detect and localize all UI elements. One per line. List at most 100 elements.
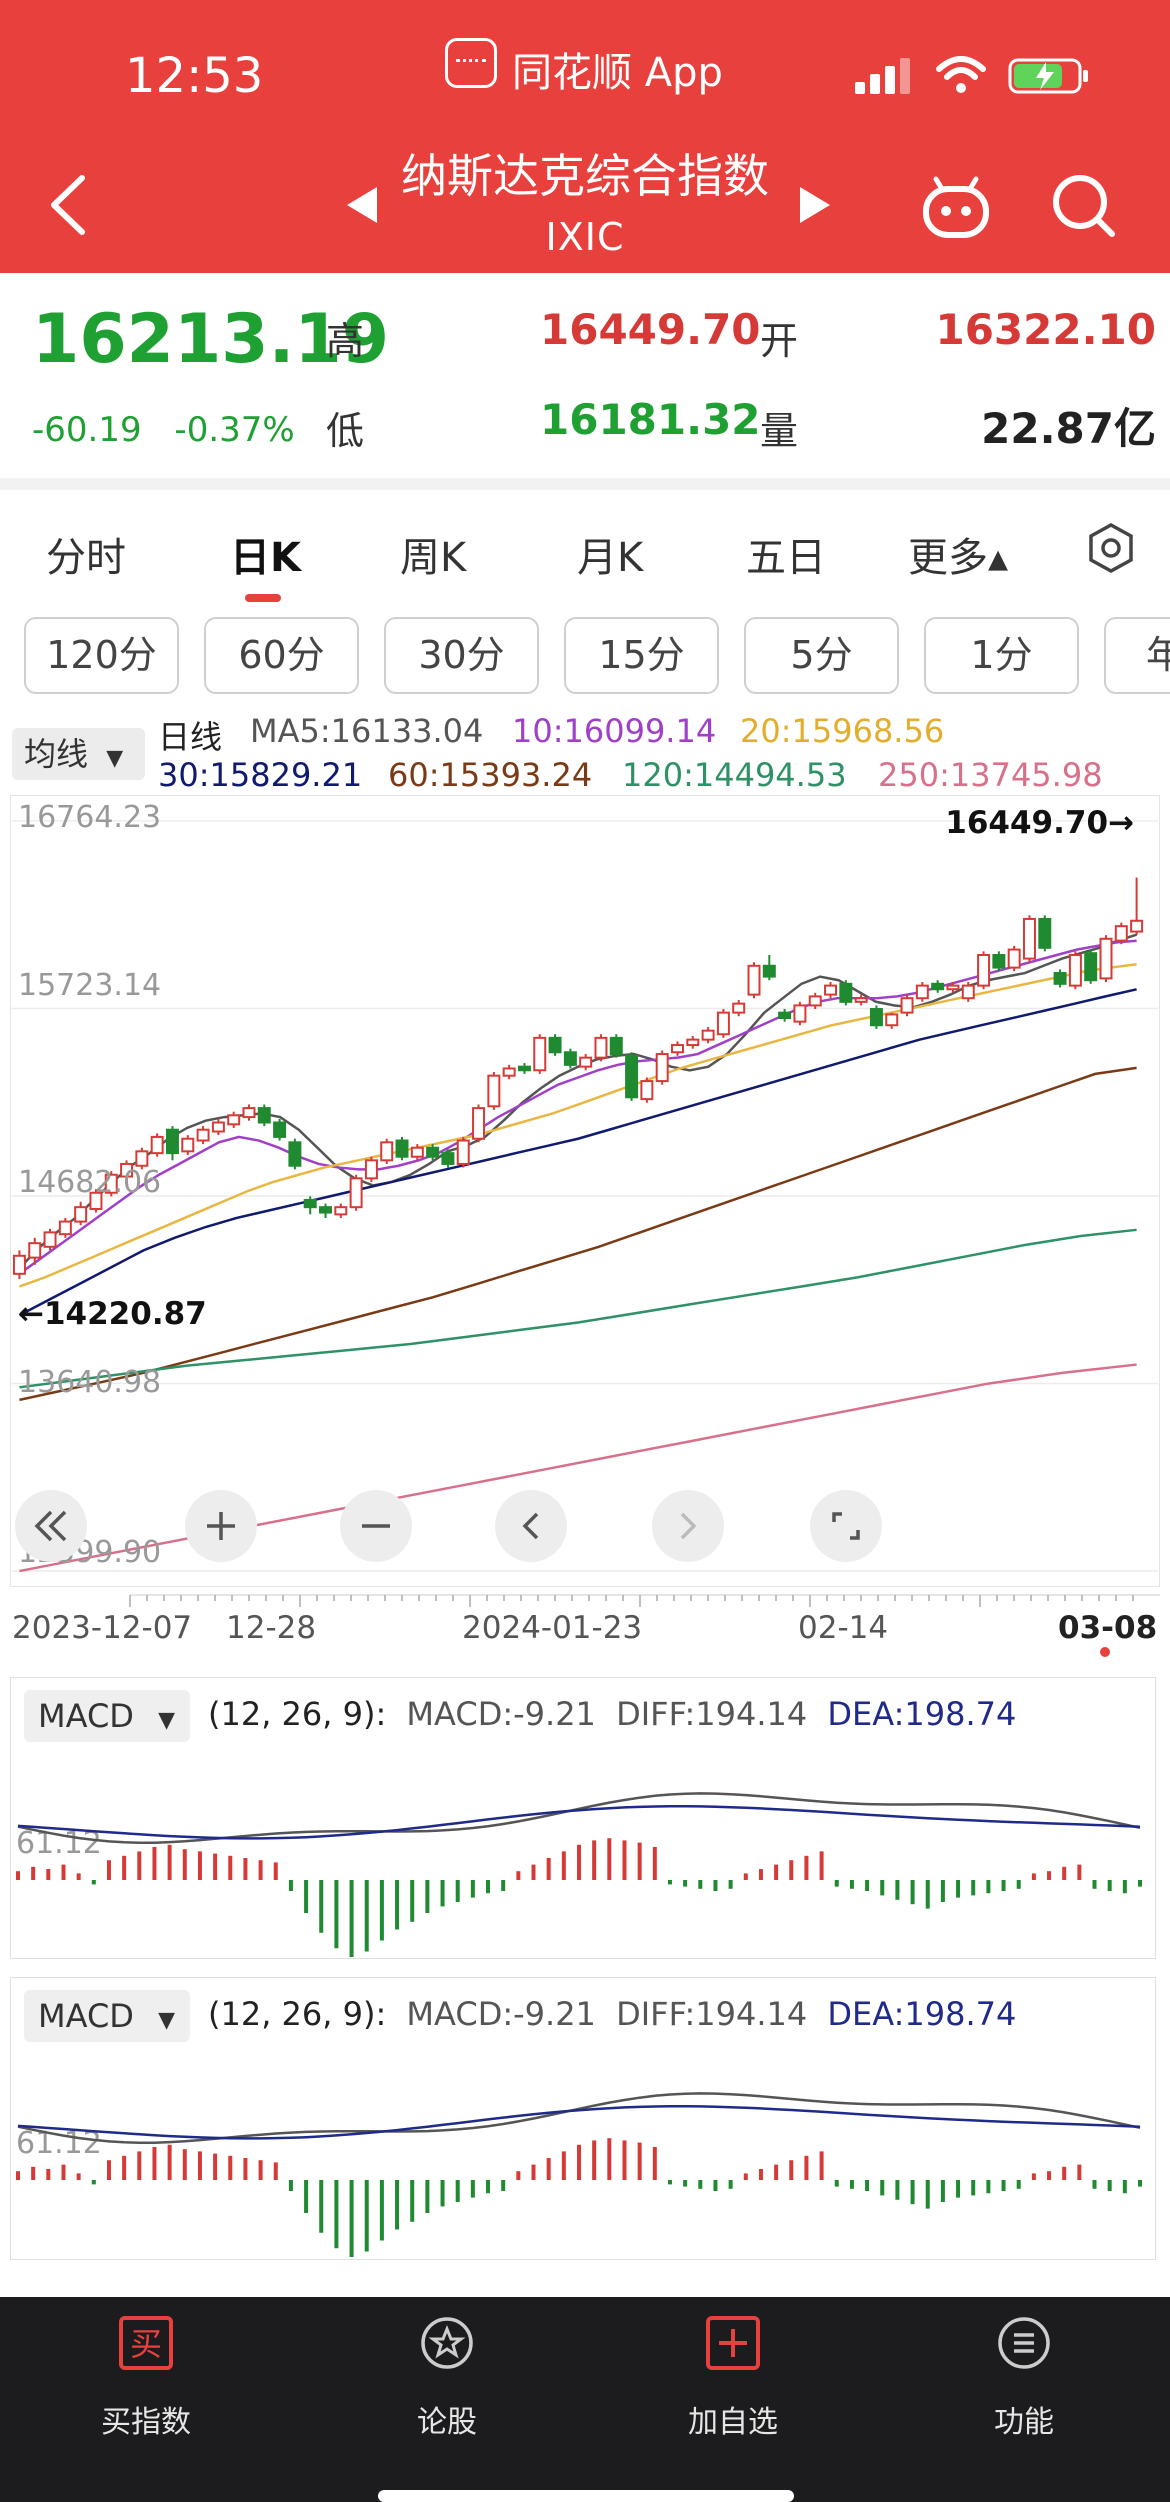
- line-type-label: 日线: [158, 718, 223, 756]
- tab-monthly-k[interactable]: 月K: [577, 525, 643, 583]
- candle-body: [548, 1036, 562, 1054]
- y-tick-label: 14682.06: [18, 1165, 162, 1200]
- candle-body: [854, 997, 868, 1003]
- candle-body: [655, 1053, 669, 1083]
- candle-body: [349, 1177, 363, 1209]
- back-icon[interactable]: [40, 170, 100, 240]
- candle-body: [594, 1036, 608, 1059]
- macd-selector-2[interactable]: MACD ▼: [24, 1990, 190, 2042]
- tab-intraday[interactable]: 分时: [46, 525, 126, 583]
- ma120-value: 120:14494.53: [622, 756, 847, 794]
- ma10-value: 10:16099.14: [512, 712, 717, 750]
- candle-body: [671, 1044, 684, 1054]
- candle-body: [211, 1121, 225, 1133]
- next-index-icon[interactable]: [798, 185, 832, 225]
- add-watchlist-icon: [706, 2316, 760, 2370]
- min-price-annotation: ←14220.87: [18, 1296, 207, 1332]
- scroll-right-button[interactable]: [652, 1490, 724, 1562]
- app-logo-icon: [445, 38, 497, 88]
- dropdown-caret-icon: ▼: [106, 746, 124, 771]
- high-value: 16449.70: [540, 305, 761, 354]
- candle-body: [288, 1141, 302, 1167]
- ma5-value: MA5:16133.04: [250, 712, 484, 750]
- interval-30min-button[interactable]: 30分: [384, 617, 539, 694]
- dea-value: DEA:198.74: [827, 1995, 1017, 2033]
- current-date-dot: [1100, 1647, 1110, 1657]
- y-tick-label: 15723.14: [18, 968, 162, 1003]
- candle-body: [793, 1004, 807, 1023]
- candle-body: [58, 1220, 72, 1236]
- ma250-value: 250:13745.98: [878, 756, 1103, 794]
- interval-120min-button[interactable]: 120分: [24, 617, 179, 694]
- double-chevron-left-icon: [34, 1510, 67, 1542]
- candle-body: [977, 953, 991, 987]
- nav-label: 买指数: [101, 2405, 191, 2440]
- candle-body: [824, 984, 838, 996]
- tab-five-day[interactable]: 五日: [746, 525, 826, 583]
- index-name: 纳斯达克综合指数: [401, 149, 769, 203]
- scroll-start-button[interactable]: [15, 1490, 87, 1562]
- macd-selector-1[interactable]: MACD ▼: [24, 1690, 190, 1742]
- nav-label: 论股: [417, 2405, 477, 2440]
- candle-body: [196, 1128, 210, 1142]
- ma30-value: 30:15829.21: [158, 756, 363, 794]
- zoom-out-button[interactable]: [340, 1490, 412, 1562]
- candle-body: [502, 1067, 516, 1077]
- interval-5min-button[interactable]: 5分: [744, 617, 899, 694]
- candle-body: [1099, 937, 1113, 980]
- fullscreen-button[interactable]: [810, 1490, 882, 1562]
- candle-body: [686, 1038, 700, 1047]
- chevron-right-icon: [680, 1512, 697, 1540]
- macd-params-text: (12, 26, 9):: [208, 1695, 387, 1733]
- interval-15min-button[interactable]: 15分: [564, 617, 719, 694]
- interval-1min-button[interactable]: 1分: [924, 617, 1079, 694]
- candle-body: [28, 1242, 42, 1259]
- search-icon[interactable]: [1050, 172, 1118, 240]
- max-price-annotation: 16449.70→: [945, 805, 1134, 841]
- kline-chart[interactable]: [10, 795, 1160, 1587]
- change-value: -60.19: [32, 410, 142, 450]
- candle-body: [579, 1056, 593, 1068]
- candle-body: [227, 1114, 241, 1126]
- candle-body: [456, 1139, 470, 1165]
- tab-daily-k[interactable]: 日K: [230, 525, 301, 583]
- y-tick-label: 13640.98: [18, 1365, 162, 1400]
- battery-charging-icon: [1008, 58, 1088, 94]
- candle-body: [1130, 919, 1144, 933]
- hexagon-settings-icon[interactable]: [1085, 522, 1137, 574]
- open-label: 开: [760, 319, 799, 363]
- candle-body: [915, 984, 929, 1000]
- candle-body: [625, 1054, 639, 1099]
- candle-body: [242, 1107, 256, 1119]
- candle-body: [839, 982, 853, 1003]
- ma-selector-label: 均线: [24, 735, 89, 773]
- candle-body: [701, 1029, 715, 1041]
- candle-body: [273, 1121, 287, 1138]
- interval-year-button[interactable]: 年: [1104, 617, 1170, 694]
- candle-body: [441, 1152, 455, 1165]
- zoom-in-button[interactable]: [185, 1490, 257, 1562]
- candle-body: [517, 1065, 531, 1072]
- candle-body: [1068, 953, 1082, 987]
- interval-60min-button[interactable]: 60分: [204, 617, 359, 694]
- ma-selector[interactable]: 均线 ▼: [12, 728, 145, 780]
- app-root: 12:53 同花顺 App 纳斯达克综合指数 IXIC 16213.19 -60…: [0, 0, 1170, 2502]
- dropdown-caret-icon: ▼: [158, 1708, 176, 1733]
- candle-body: [472, 1107, 486, 1140]
- candle-body: [181, 1137, 195, 1153]
- candle-body: [380, 1141, 394, 1162]
- robot-assistant-icon[interactable]: [920, 175, 992, 239]
- macd-chart-1[interactable]: [10, 1740, 1156, 1959]
- chevron-left-icon: [522, 1512, 539, 1540]
- diff-value: DIFF:194.14: [616, 1995, 808, 2033]
- x-tick-label: 02-14: [798, 1610, 889, 1646]
- open-value: 16322.10: [935, 305, 1156, 354]
- candle-body: [135, 1150, 149, 1167]
- plus-icon: [207, 1512, 235, 1540]
- tab-weekly-k[interactable]: 周K: [400, 525, 466, 583]
- scroll-left-button[interactable]: [495, 1490, 567, 1562]
- macd-chart-2[interactable]: [10, 2040, 1156, 2260]
- macd-value: MACD:-9.21: [406, 1695, 596, 1733]
- macd-params: (12, 26, 9): MACD:-9.21 DIFF:194.14 DEA:…: [208, 1695, 1016, 1733]
- tab-more[interactable]: 更多▴: [908, 525, 1008, 583]
